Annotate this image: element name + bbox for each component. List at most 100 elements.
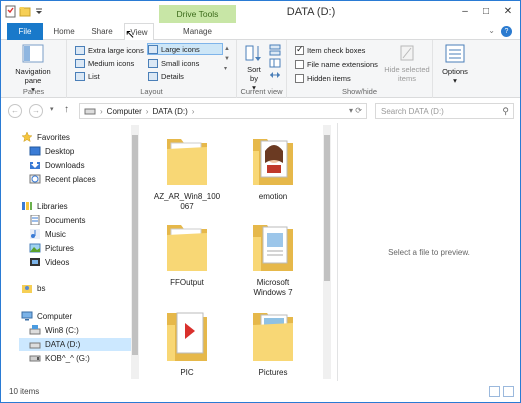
title-bar: Drive Tools DATA (D:) – □ ✕ — [1, 1, 520, 23]
layout-small-icons[interactable]: Small icons — [148, 57, 199, 69]
layout-details[interactable]: Details — [148, 70, 184, 82]
folder-item[interactable]: FFOutput — [159, 215, 215, 288]
large-icons-view-icon[interactable] — [503, 386, 514, 397]
folder-with-documents-icon — [253, 225, 293, 271]
options-icon — [445, 44, 465, 63]
windows-drive-icon — [29, 325, 41, 335]
maximize-button[interactable]: □ — [479, 5, 493, 18]
large-icons-icon — [148, 44, 158, 54]
nav-bs[interactable]: bs — [21, 283, 45, 293]
tab-file[interactable]: File — [7, 23, 43, 40]
nav-kob-g[interactable]: KOB^_^ (G:) — [29, 353, 90, 363]
layout-group: Extra large icons Large icons Medium ico… — [67, 40, 237, 98]
nav-downloads[interactable]: Downloads — [29, 160, 85, 170]
window-title: DATA (D:) — [286, 6, 336, 18]
layout-extra-large-icons[interactable]: Extra large icons — [75, 44, 144, 56]
file-name-extensions-option[interactable]: File name extensions — [295, 58, 378, 70]
minimize-button[interactable]: – — [458, 5, 472, 18]
file-list: AZ_AR_Win8_100 067 emotion FFOutput Micr… — [141, 123, 331, 381]
file-list-scroll-thumb[interactable] — [324, 135, 330, 281]
nav-computer[interactable]: Computer — [21, 311, 72, 321]
up-button[interactable]: ↑ — [64, 104, 69, 115]
panes-group: Navigation pane ▾ Panes — [1, 40, 67, 98]
address-dropdown-refresh[interactable]: ▾ ⟳ — [349, 106, 362, 115]
tab-share[interactable]: Share — [86, 23, 118, 40]
qat-dropdown-icon[interactable] — [33, 5, 45, 18]
recent-places-icon — [29, 174, 41, 184]
explorer-window: Drive Tools DATA (D:) – □ ✕ File Home Sh… — [0, 0, 521, 403]
folder-icon — [167, 139, 207, 185]
item-check-boxes-option[interactable]: Item check boxes — [295, 44, 365, 56]
tab-home[interactable]: Home — [49, 23, 79, 40]
videos-icon — [30, 258, 40, 266]
usb-drive-icon — [29, 355, 41, 362]
downloads-icon — [30, 161, 40, 169]
nav-win8-c[interactable]: Win8 (C:) — [29, 325, 79, 335]
folder-item[interactable]: Pictures — [245, 303, 301, 378]
sort-by-button[interactable]: Sort by ▾ — [243, 44, 265, 92]
nav-desktop[interactable]: Desktop — [29, 146, 74, 156]
properties-icon[interactable] — [5, 5, 17, 18]
file-list-scrollbar[interactable] — [323, 125, 331, 379]
hide-selected-items-button[interactable]: Hide selected items — [383, 44, 431, 83]
ribbon-expand-icon[interactable]: ⌄ — [488, 26, 495, 37]
search-input[interactable]: Search DATA (D:) ⚲ — [375, 103, 514, 119]
preview-message: Select a file to preview. — [388, 247, 470, 257]
status-bar: 10 items — [1, 382, 520, 402]
hidden-items-option[interactable]: Hidden items — [295, 72, 351, 84]
address-bar[interactable]: › Computer › DATA (D:) › ▾ ⟳ — [79, 103, 367, 119]
nav-music[interactable]: Music — [29, 229, 66, 239]
options-group: Options ▾ — [433, 40, 477, 98]
folder-item[interactable]: AZ_AR_Win8_100 067 — [154, 129, 220, 212]
help-icon[interactable]: ? — [501, 26, 512, 37]
group-by-icon[interactable] — [269, 44, 281, 56]
nav-recent-places[interactable]: Recent places — [29, 174, 96, 184]
item-count: 10 items — [9, 387, 40, 396]
nav-data-d[interactable]: DATA (D:) — [19, 338, 131, 351]
folder-with-pdf-icon — [167, 312, 207, 361]
nav-libraries[interactable]: Libraries — [21, 201, 68, 211]
folder-item[interactable]: emotion — [245, 129, 301, 202]
hide-selected-items-icon — [400, 45, 414, 61]
layout-large-icons[interactable]: Large icons — [147, 43, 223, 55]
nav-pane-scrollbar[interactable] — [131, 125, 139, 379]
breadcrumb-data[interactable]: DATA (D:) — [152, 107, 187, 116]
item-check-boxes-checkbox[interactable] — [295, 44, 304, 55]
forward-button[interactable]: → — [29, 104, 43, 118]
quick-access-toolbar — [5, 5, 45, 18]
folder-item[interactable]: PIC — [159, 303, 215, 378]
ribbon: Navigation pane ▾ Panes Extra large icon… — [1, 40, 520, 98]
close-button[interactable]: ✕ — [501, 5, 515, 18]
search-icon[interactable]: ⚲ — [502, 106, 509, 117]
nav-pictures[interactable]: Pictures — [29, 243, 74, 253]
layout-list[interactable]: List — [75, 70, 100, 82]
new-folder-icon[interactable] — [19, 5, 31, 18]
add-columns-icon[interactable] — [269, 58, 281, 68]
nav-pane-scroll-thumb[interactable] — [132, 135, 138, 355]
folder-item[interactable]: Microsoft Windows 7 — [245, 215, 301, 298]
folder-with-images-icon — [253, 139, 293, 185]
options-button[interactable]: Options ▾ — [437, 44, 473, 85]
recent-locations-icon[interactable]: ▾ — [50, 105, 54, 113]
sort-by-icon — [245, 45, 261, 61]
show-hide-group: Item check boxes File name extensions Hi… — [287, 40, 433, 98]
layout-scroll-arrows[interactable]: ▲ ▼ ▾ — [224, 44, 230, 74]
layout-medium-icons[interactable]: Medium icons — [75, 57, 134, 69]
size-columns-icon[interactable] — [269, 70, 281, 80]
desktop-icon — [29, 146, 41, 156]
folder-icon — [167, 225, 207, 271]
details-view-icon[interactable] — [489, 386, 500, 397]
drive-icon — [84, 108, 96, 114]
documents-icon — [30, 215, 40, 225]
tab-manage[interactable]: Manage — [159, 23, 236, 40]
nav-documents[interactable]: Documents — [29, 215, 85, 225]
breadcrumb-computer[interactable]: Computer — [107, 107, 142, 116]
computer-icon — [21, 311, 33, 321]
nav-videos[interactable]: Videos — [29, 257, 69, 267]
back-button[interactable]: ← — [8, 104, 22, 118]
file-name-extensions-checkbox[interactable] — [295, 59, 304, 69]
hidden-items-checkbox[interactable] — [295, 73, 304, 83]
ribbon-tabs: File Home Share View Manage ⌄ ? — [1, 23, 520, 41]
nav-favorites[interactable]: Favorites — [21, 132, 70, 142]
list-icon — [75, 71, 85, 81]
